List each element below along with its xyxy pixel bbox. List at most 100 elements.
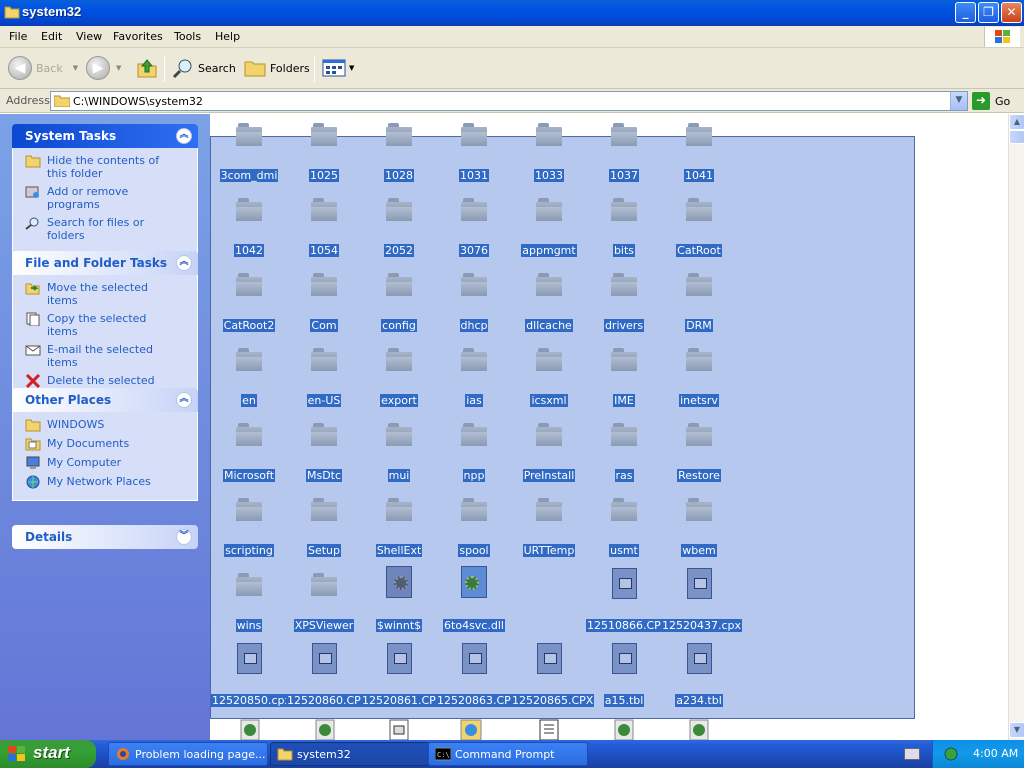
folder-item[interactable]: 1028 xyxy=(361,122,437,182)
menu-favorites[interactable]: Favorites xyxy=(113,30,163,43)
folder-item[interactable]: MsDtc xyxy=(286,422,362,482)
details-header[interactable]: Details ︾ xyxy=(12,525,198,549)
minimize-button[interactable]: _ xyxy=(955,2,976,23)
folder-item[interactable]: URTTemp xyxy=(511,497,587,557)
copy-items-link[interactable]: Copy the selected items xyxy=(25,312,197,338)
views-button[interactable]: ▼ xyxy=(322,55,354,81)
vertical-scrollbar[interactable]: ▲ ▼ xyxy=(1008,114,1024,740)
address-input[interactable]: C:\WINDOWS\system32 ▼ xyxy=(50,91,968,111)
close-button[interactable]: ✕ xyxy=(1001,2,1022,23)
menu-tools[interactable]: Tools xyxy=(174,30,201,43)
folder-item[interactable]: 1037 xyxy=(586,122,662,182)
add-remove-programs-link[interactable]: Add or remove programs xyxy=(25,185,197,211)
folder-item[interactable]: config xyxy=(361,272,437,332)
folder-item[interactable]: Microsoft xyxy=(211,422,287,482)
file-folder-tasks-header[interactable]: File and Folder Tasks ︽ xyxy=(12,251,198,275)
collapse-chevron-icon[interactable]: ︽ xyxy=(176,392,192,408)
folder-item[interactable]: 1042 xyxy=(211,197,287,257)
folder-item[interactable]: usmt xyxy=(586,497,662,557)
title-bar[interactable]: system32 _ ❐ ✕ xyxy=(0,0,1024,26)
folder-item[interactable]: CatRoot2 xyxy=(211,272,287,332)
system-tasks-header[interactable]: System Tasks ︽ xyxy=(12,124,198,148)
address-dropdown-button[interactable]: ▼ xyxy=(950,92,967,110)
clock[interactable]: 4:00 AM xyxy=(973,747,1018,760)
place-windows-link[interactable]: WINDOWS xyxy=(25,418,197,432)
folder-item[interactable]: bits xyxy=(586,197,662,257)
folder-item[interactable]: CatRoot xyxy=(661,197,737,257)
folder-item[interactable]: 1033 xyxy=(511,122,587,182)
folder-item[interactable]: PreInstall xyxy=(511,422,587,482)
file-item[interactable]: $winnt$ xyxy=(361,566,437,632)
folder-item[interactable]: 1031 xyxy=(436,122,512,182)
expand-chevron-icon[interactable]: ︾ xyxy=(176,529,192,545)
task-firefox[interactable]: Problem loading page... xyxy=(108,742,268,766)
file-item[interactable]: a15.tbl xyxy=(586,643,662,707)
go-button[interactable]: ➜ Go xyxy=(972,92,1010,110)
collapse-chevron-icon[interactable]: ︽ xyxy=(176,255,192,271)
folder-item[interactable]: appmgmt xyxy=(511,197,587,257)
file-item[interactable]: 6to4svc.dll xyxy=(436,566,512,632)
menu-edit[interactable]: Edit xyxy=(41,30,62,43)
folder-item[interactable]: en xyxy=(211,347,287,407)
folder-item[interactable]: icsxml xyxy=(511,347,587,407)
task-command-prompt[interactable]: C:\ Command Prompt xyxy=(428,742,588,766)
email-items-link[interactable]: E-mail the selected items xyxy=(25,343,197,369)
folder-item[interactable]: npp xyxy=(436,422,512,482)
folder-item[interactable]: IME xyxy=(586,347,662,407)
file-item[interactable]: 12520861.CPX xyxy=(361,643,445,707)
folder-item[interactable]: 3076 xyxy=(436,197,512,257)
file-list-view[interactable]: 3com_dmi 1025 1028 1031 1033 1037 1041 1042 1054… xyxy=(210,114,1008,740)
folder-item[interactable]: Restore xyxy=(661,422,737,482)
folders-button[interactable]: Folders xyxy=(244,55,310,81)
folder-item[interactable]: dhcp xyxy=(436,272,512,332)
folder-item[interactable]: mui xyxy=(361,422,437,482)
search-button[interactable]: Search xyxy=(172,55,236,81)
folder-item[interactable]: en-US xyxy=(286,347,362,407)
back-button[interactable]: ◀ Back ▼ xyxy=(8,55,78,81)
file-item[interactable]: 12520437.cpx xyxy=(661,568,743,632)
file-item[interactable]: a234.tbl xyxy=(661,643,737,707)
collapse-chevron-icon[interactable]: ︽ xyxy=(176,128,192,144)
search-files-link[interactable]: Search for files or folders xyxy=(25,216,197,242)
file-item[interactable]: 12520850.cpx xyxy=(211,643,293,707)
folder-item[interactable]: ShellExt xyxy=(361,497,437,557)
forward-button[interactable]: ▶ ▼ xyxy=(86,55,121,81)
file-item[interactable]: 12520860.CPX xyxy=(286,643,370,707)
folder-item[interactable]: ras xyxy=(586,422,662,482)
folder-item[interactable]: DRM xyxy=(661,272,737,332)
place-my-computer-link[interactable]: My Computer xyxy=(25,456,197,470)
folder-item[interactable]: 3com_dmi xyxy=(211,122,287,182)
scroll-thumb[interactable] xyxy=(1009,130,1024,144)
folder-item[interactable]: Com xyxy=(286,272,362,332)
other-places-header[interactable]: Other Places ︽ xyxy=(12,388,198,412)
scroll-up-button[interactable]: ▲ xyxy=(1009,114,1024,130)
move-items-link[interactable]: Move the selected items xyxy=(25,281,197,307)
folder-item[interactable]: wins xyxy=(211,572,287,632)
folder-item[interactable]: ias xyxy=(436,347,512,407)
folder-item[interactable]: 1041 xyxy=(661,122,737,182)
file-item[interactable]: 12520865.CPX xyxy=(511,643,595,707)
folder-item[interactable]: inetsrv xyxy=(661,347,737,407)
folder-item[interactable]: spool xyxy=(436,497,512,557)
keyboard-icon[interactable] xyxy=(904,748,920,760)
maximize-button[interactable]: ❐ xyxy=(978,2,999,23)
folder-item[interactable]: scripting xyxy=(211,497,287,557)
folder-item[interactable]: 1025 xyxy=(286,122,362,182)
folder-item[interactable]: Setup xyxy=(286,497,362,557)
folder-item[interactable]: 2052 xyxy=(361,197,437,257)
network-tray-icon[interactable] xyxy=(943,746,959,762)
folder-item[interactable]: 1054 xyxy=(286,197,362,257)
start-button[interactable]: start xyxy=(0,740,96,768)
place-my-documents-link[interactable]: My Documents xyxy=(25,437,197,451)
folder-item[interactable]: wbem xyxy=(661,497,737,557)
menu-view[interactable]: View xyxy=(76,30,102,43)
place-my-network-link[interactable]: My Network Places xyxy=(25,475,197,489)
folder-item[interactable]: drivers xyxy=(586,272,662,332)
file-item[interactable]: 12520863.CPX xyxy=(436,643,520,707)
menu-help[interactable]: Help xyxy=(215,30,240,43)
up-folder-button[interactable] xyxy=(136,55,158,81)
folder-item[interactable]: XPSViewer xyxy=(286,572,362,632)
folder-item[interactable]: export xyxy=(361,347,437,407)
scroll-down-button[interactable]: ▼ xyxy=(1009,722,1024,738)
hide-contents-link[interactable]: Hide the contents of this folder xyxy=(25,154,197,180)
